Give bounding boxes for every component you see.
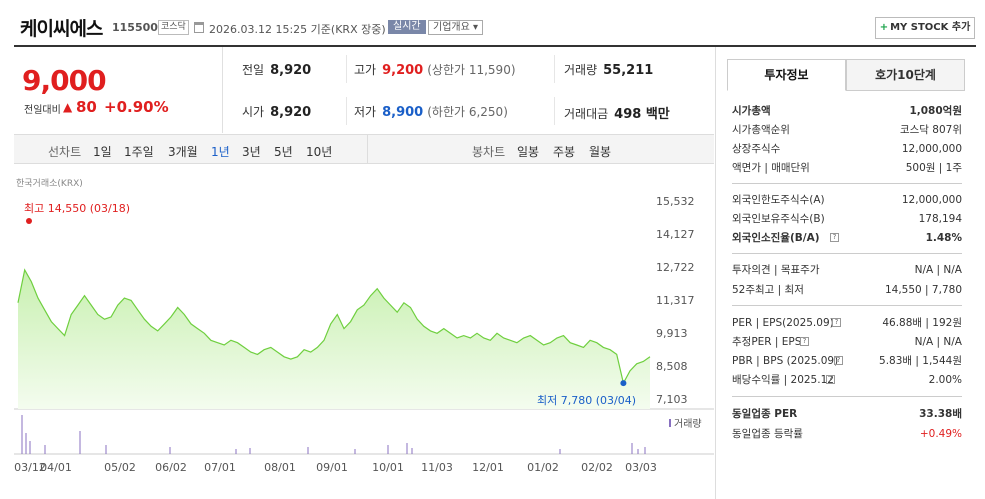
chevron-down-icon: ▾ xyxy=(473,22,479,33)
y-tick-label: 8,508 xyxy=(656,360,688,373)
y-tick-label: 15,532 xyxy=(656,195,695,208)
tab-divider xyxy=(367,135,368,163)
stock-code: 115500 xyxy=(112,21,158,34)
stat-low: 저가 8,900 (하한가 6,250) xyxy=(354,105,508,120)
row-foreign-ratio: 외국인소진율(B/A)? 1.48% xyxy=(732,232,962,244)
tab-1w[interactable]: 1주일 xyxy=(124,143,154,160)
row-cap-rank: 시가총액순위 코스닥 807위 xyxy=(732,124,962,136)
y-tick-label: 11,317 xyxy=(656,294,695,307)
info-panel: 투자정보 호가10단계 시가총액 1,080억원 시가총액순위 코스닥 807위 상… xyxy=(715,47,985,499)
row-shares: 상장주식수 12,000,000 xyxy=(732,143,962,155)
x-tick-label: 09/01 xyxy=(316,461,348,474)
min-marker xyxy=(620,380,627,387)
tab-3y[interactable]: 3년 xyxy=(242,143,261,160)
tab-5y[interactable]: 5년 xyxy=(274,143,293,160)
tab-1d[interactable]: 1일 xyxy=(93,143,112,160)
market-badge: 코스닥 xyxy=(158,20,189,35)
realtime-button[interactable]: 실시간 xyxy=(388,20,426,34)
change-label: 전일대비 xyxy=(24,105,61,116)
max-label: 최고 14,550 (03/18) xyxy=(24,202,130,215)
x-tick-label: 02/02 xyxy=(581,461,613,474)
panel-divider xyxy=(732,305,962,306)
y-tick-label: 7,103 xyxy=(656,393,688,406)
volume-legend-swatch xyxy=(669,419,671,427)
tab-weekly[interactable]: 주봉 xyxy=(553,143,575,160)
x-tick-label: 08/01 xyxy=(264,461,296,474)
change-percent: +0.90% xyxy=(104,98,169,116)
row-face-value: 액면가 | 매매단위 500원 | 1주 xyxy=(732,162,962,174)
row-pbr: PBR | BPS (2025.09)? 5.83배 | 1,544원 xyxy=(732,355,962,367)
y-tick-label: 9,913 xyxy=(656,327,688,340)
x-tick-label: 04/01 xyxy=(40,461,72,474)
tab-hoga[interactable]: 호가10단계 xyxy=(846,59,965,91)
panel-divider xyxy=(732,396,962,397)
stat-high: 고가 9,200 (상한가 11,590) xyxy=(354,63,516,78)
row-sector-change[interactable]: 동일업종 등락률 +0.49% xyxy=(732,427,962,441)
x-tick-label: 11/03 xyxy=(421,461,453,474)
help-icon[interactable]: ? xyxy=(830,233,839,242)
tab-daily[interactable]: 일봉 xyxy=(517,143,539,160)
company-name: 케이씨에스 xyxy=(20,18,103,40)
my-stock-label: MY STOCK 추가 xyxy=(890,22,971,33)
my-stock-button[interactable]: + MY STOCK 추가 xyxy=(875,17,975,39)
panel-divider xyxy=(732,253,962,254)
calendar-icon xyxy=(194,22,204,33)
row-est-per: 추정PER | EPS? N/A | N/A xyxy=(732,336,962,348)
row-52w: 52주최고 | 최저 14,550 | 7,780 xyxy=(732,284,962,296)
up-triangle-icon: ▲ xyxy=(63,100,73,114)
x-tick-label: 06/02 xyxy=(155,461,187,474)
x-tick-label: 07/01 xyxy=(204,461,236,474)
row-per: PER | EPS(2025.09)? 46.88배 | 192원 xyxy=(732,317,962,329)
corp-info-label: 기업개요 xyxy=(433,22,470,33)
help-icon[interactable]: ? xyxy=(832,318,841,327)
current-price: 9,000 xyxy=(22,64,107,97)
corp-info-dropdown[interactable]: 기업개요 ▾ xyxy=(428,20,484,35)
row-foreign-held: 외국인보유주식수(B) 178,194 xyxy=(732,213,962,225)
x-tick-label: 03/03 xyxy=(625,461,657,474)
tab-monthly[interactable]: 월봉 xyxy=(589,143,611,160)
x-tick-label: 12/01 xyxy=(472,461,504,474)
tab-1y[interactable]: 1년 xyxy=(211,143,230,160)
stat-amount: 거래대금 498 백만 xyxy=(564,107,670,122)
price-box: 9,000 전일대비 ▲ 80 +0.90% xyxy=(14,47,223,133)
row-dividend: 배당수익률 | 2025.12? 2.00% xyxy=(732,374,962,386)
tab-3m[interactable]: 3개월 xyxy=(168,143,198,160)
x-tick-label: 01/02 xyxy=(527,461,559,474)
row-opinion: 투자의견 | 목표주가 N/A | N/A xyxy=(732,264,962,276)
stat-open: 시가 8,920 xyxy=(242,105,312,120)
max-marker xyxy=(26,218,32,224)
row-foreign-limit: 외국인한도주식수(A) 12,000,000 xyxy=(732,194,962,206)
x-tick-label: 10/01 xyxy=(372,461,404,474)
chart-tab-bar: 선차트 1일 1주일 3개월 1년 3년 5년 10년 봉차트 일봉 주봉 월봉 xyxy=(14,134,714,164)
stock-header: 케이씨에스 115500 코스닥 2026.03.12 15:25 기준(KRX… xyxy=(0,0,985,47)
row-sector-per[interactable]: 동일업종 PER 33.38배 xyxy=(732,407,962,421)
help-icon[interactable]: ? xyxy=(826,375,835,384)
x-tick-label: 05/02 xyxy=(104,461,136,474)
tab-invest-info[interactable]: 투자정보 xyxy=(727,59,846,91)
stat-prev: 전일 8,920 xyxy=(242,63,312,78)
row-market-cap: 시가총액 1,080억원 xyxy=(732,105,962,117)
plus-icon: + xyxy=(879,22,889,33)
datetime: 2026.03.12 15:25 기준(KRX 장중) xyxy=(209,23,386,36)
stats-grid: 전일 8,920 고가 9,200 (상한가 11,590) 거래량 55,211 시가… xyxy=(224,47,714,133)
volume-label: 거래량 xyxy=(674,418,702,430)
y-tick-label: 14,127 xyxy=(656,228,695,241)
candle-chart-label: 봉차트 xyxy=(472,145,506,159)
price-chart: 15,532 14,127 12,722 11,317 9,913 8,508 7,103 최… xyxy=(14,195,714,474)
y-tick-label: 12,722 xyxy=(656,261,695,274)
tab-10y[interactable]: 10년 xyxy=(306,143,332,160)
help-icon[interactable]: ? xyxy=(834,356,843,365)
help-icon[interactable]: ? xyxy=(800,337,809,346)
line-chart-label: 선차트 xyxy=(48,145,82,159)
panel-divider xyxy=(732,183,962,184)
stat-volume: 거래량 55,211 xyxy=(564,63,654,78)
change-value: 80 xyxy=(76,98,97,116)
min-label: 최저 7,780 (03/04) xyxy=(537,394,636,407)
